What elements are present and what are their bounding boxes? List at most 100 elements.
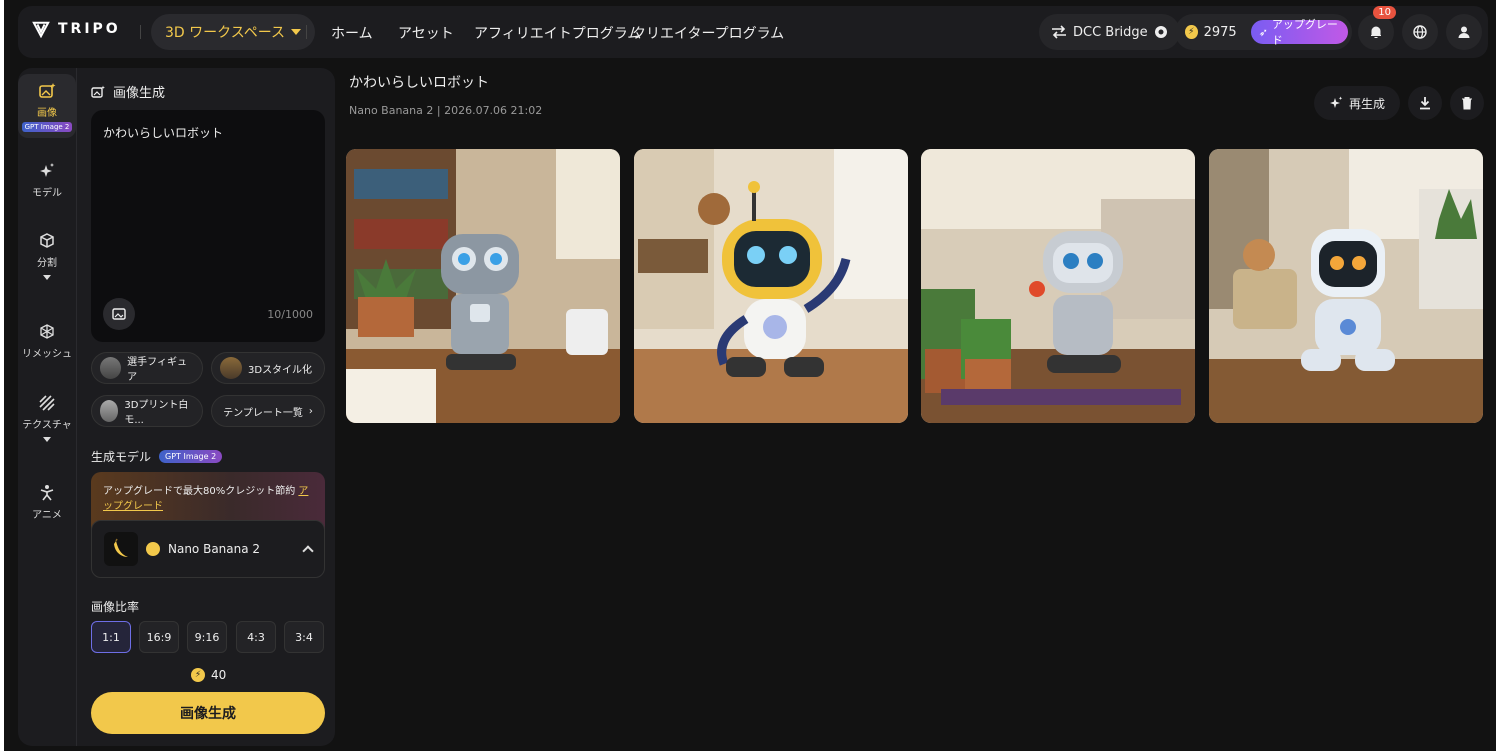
rail-label-texture: テクスチャ — [22, 420, 72, 431]
generate-image-button[interactable]: 画像生成 — [91, 692, 325, 734]
credit-cost: ⚡ 40 — [191, 668, 226, 682]
template-chip-3d-stylize[interactable]: 3Dスタイル化 — [211, 352, 325, 384]
download-icon — [1420, 97, 1430, 110]
rail-item-image[interactable]: 画像 GPT Image 2 — [18, 74, 76, 138]
download-button[interactable] — [1408, 86, 1442, 120]
trash-icon — [1462, 97, 1472, 110]
rail-label-model: モデル — [32, 188, 62, 199]
globe-icon — [1413, 25, 1427, 39]
rail-item-split[interactable]: 分割 — [18, 232, 76, 280]
upsell-text: アップグレードで最大80%クレジット節約 アップグレード — [103, 484, 313, 514]
template-list-button[interactable]: テンプレート一覧 › — [211, 395, 325, 427]
ratio-label: 画像比率 — [91, 600, 140, 614]
figure-icon — [40, 485, 54, 501]
account-button[interactable] — [1446, 14, 1482, 50]
image-generation-panel: 画像生成 かわいらしいロボット 10/1000 選手フィギュア 3Dスタイル化 … — [76, 68, 335, 746]
robot-image-3 — [921, 149, 1195, 423]
rail-label-animation: アニメ — [32, 510, 62, 521]
caret-down-icon — [43, 437, 51, 442]
generation-model-label: 生成モデル GPT Image 2 — [91, 448, 223, 465]
delete-button[interactable] — [1450, 86, 1484, 120]
rail-item-model[interactable]: モデル — [18, 162, 76, 199]
rail-label-image: 画像 — [37, 108, 57, 119]
ratio-1-1[interactable]: 1:1 — [91, 621, 131, 653]
user-icon — [1458, 26, 1470, 38]
ratio-9-16[interactable]: 9:16 — [187, 621, 227, 653]
chevron-right-icon: › — [308, 405, 313, 417]
notifications-button[interactable]: 10 — [1358, 6, 1396, 50]
regenerate-label: 再生成 — [1348, 96, 1385, 111]
image-sparkle-icon — [91, 85, 105, 98]
notification-badge: 10 — [1373, 6, 1396, 19]
top-bar: TRIPO 3D ワークスペース ホーム アセット アフィリエイトプログラム ク… — [18, 6, 1488, 58]
ratio-3-4[interactable]: 3:4 — [284, 621, 324, 653]
brand-name: TRIPO — [58, 21, 121, 37]
template-chip-3d-print-white[interactable]: 3Dプリント白モ... — [91, 395, 203, 427]
workspace-label: 3D ワークスペース — [165, 25, 286, 41]
dcc-bridge-button[interactable]: DCC Bridge — [1039, 14, 1180, 50]
tripo-logo-icon — [32, 21, 50, 38]
rail-label-remesh: リメッシュ — [22, 349, 72, 360]
coin-icon: ⚡ — [191, 668, 205, 682]
image-upload-icon — [112, 308, 126, 320]
divider — [306, 25, 307, 39]
caret-down-icon — [291, 29, 302, 35]
nav-affiliate[interactable]: アフィリエイトプログラム — [474, 23, 641, 43]
ratio-16-9[interactable]: 16:9 — [139, 621, 179, 653]
robot-image-4 — [1209, 149, 1483, 423]
chip-label: 3Dプリント白モ... — [124, 400, 189, 426]
prompt-input[interactable]: かわいらしいロボット 10/1000 — [91, 110, 325, 342]
generated-image-2[interactable] — [634, 149, 908, 423]
plugin-icon — [1154, 26, 1167, 38]
generated-image-3[interactable] — [921, 149, 1195, 423]
rail-badge-gpt-image: GPT Image 2 — [21, 122, 73, 132]
template-chip-athlete-figure[interactable]: 選手フィギュア — [91, 352, 203, 384]
regenerate-button[interactable]: 再生成 — [1314, 86, 1400, 120]
dcc-bridge-label: DCC Bridge — [1073, 24, 1148, 40]
upgrade-label: アップグレード — [1271, 18, 1338, 47]
rail-label-split: 分割 — [37, 258, 57, 269]
model-name: Nano Banana 2 — [168, 542, 261, 556]
coin-icon: ⚡ — [1185, 25, 1198, 39]
workspace-dropdown[interactable]: 3D ワークスペース — [151, 14, 316, 50]
rail-item-texture[interactable]: テクスチャ — [18, 394, 76, 442]
robot-image-1 — [346, 149, 620, 423]
result-meta: Nano Banana 2 | 2026.07.06 21:02 — [349, 104, 543, 117]
logo[interactable]: TRIPO — [32, 20, 121, 38]
prompt-char-count: 10/1000 — [267, 308, 313, 321]
chevron-up-icon — [302, 545, 314, 557]
gen-model-badge: GPT Image 2 — [159, 450, 223, 463]
cost-value: 40 — [211, 668, 227, 682]
nav-creator[interactable]: クリエイタープログラム — [632, 23, 784, 43]
chip-label: 3Dスタイル化 — [248, 364, 313, 376]
cube-icon — [40, 233, 54, 248]
generated-image-4[interactable] — [1209, 149, 1483, 423]
image-sparkle-icon — [39, 83, 56, 98]
nav-assets[interactable]: アセット — [398, 23, 454, 43]
sparkle-icon — [1329, 96, 1343, 108]
rail-item-remesh[interactable]: リメッシュ — [18, 323, 76, 360]
result-title: かわいらしいロボット — [349, 75, 489, 91]
texture-icon — [39, 395, 55, 411]
upgrade-button[interactable]: ➶ アップグレード — [1250, 18, 1348, 47]
gen-model-text: 生成モデル — [91, 450, 152, 464]
upsell-message: アップグレードで最大80%クレジット節約 — [103, 486, 296, 497]
attach-image-button[interactable] — [103, 298, 135, 330]
chip-label: テンプレート一覧 — [223, 407, 303, 419]
prompt-text: かわいらしいロボット — [103, 126, 224, 140]
tool-rail: 画像 GPT Image 2 モデル 分割 リメッシュ テクスチャ アニメ — [18, 68, 76, 746]
nav-home[interactable]: ホーム — [331, 23, 373, 43]
swap-icon — [1052, 25, 1066, 39]
credits-pill: ⚡ 2975 ➶ アップグレード — [1175, 14, 1352, 50]
banana-icon — [104, 532, 138, 566]
app-window: TRIPO 3D ワークスペース ホーム アセット アフィリエイトプログラム ク… — [4, 0, 1496, 751]
language-button[interactable] — [1402, 14, 1438, 50]
caret-down-icon — [43, 275, 51, 280]
robot-image-2 — [634, 149, 908, 423]
credits-count: 2975 — [1203, 24, 1237, 40]
ratio-4-3[interactable]: 4:3 — [236, 621, 276, 653]
generated-image-1[interactable] — [346, 149, 620, 423]
chip-label: 選手フィギュア — [127, 357, 187, 383]
model-selector[interactable]: Nano Banana 2 — [91, 520, 325, 578]
rail-item-animation[interactable]: アニメ — [18, 484, 76, 521]
